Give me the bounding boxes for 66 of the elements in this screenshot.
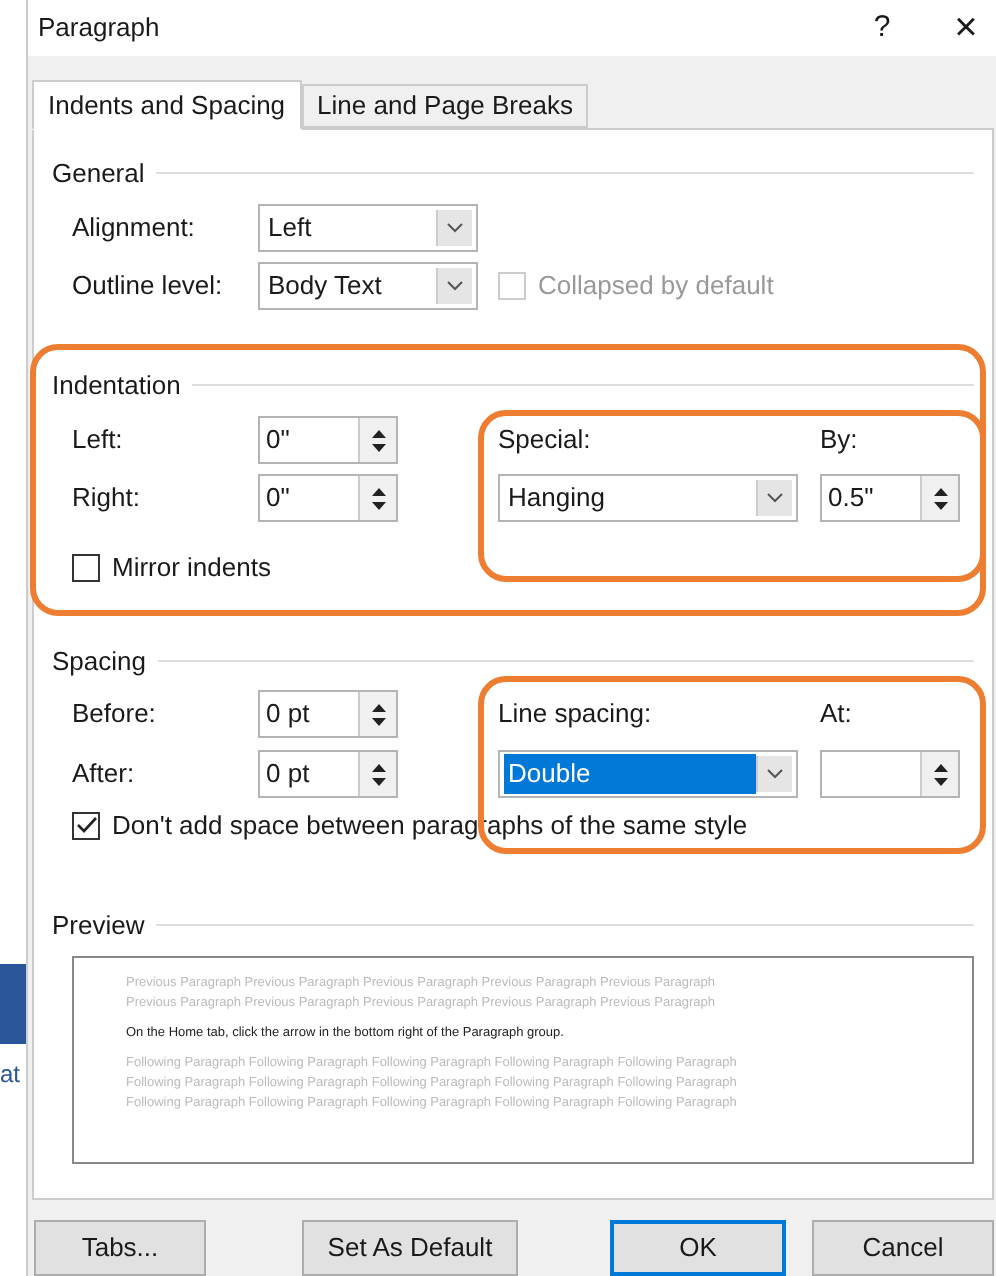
checkbox-label: Mirror indents [112,550,271,586]
number-field[interactable] [820,750,960,798]
field-label: Outline level: [72,267,225,304]
checkbox[interactable] [72,811,100,840]
spinner-buttons[interactable] [358,752,396,796]
spinner-buttons[interactable] [920,752,958,796]
spinner-buttons[interactable] [358,476,396,520]
window-title: Paragraph [38,10,162,47]
up-arrow-icon [371,703,385,711]
field-label: At: [820,696,852,733]
chevron-down-icon [766,768,784,780]
section-title: Preview [52,907,145,943]
down-arrow-icon [371,777,385,785]
number-field[interactable]: 0 pt [258,690,398,738]
selected-value: Hanging [506,480,607,517]
down-arrow-icon [371,501,385,509]
spinner-buttons[interactable] [920,476,958,520]
field-label: By: [820,422,858,459]
chevron-down-icon [446,279,464,291]
dropdown[interactable]: Left [258,203,478,251]
field-label: After: [72,756,137,793]
dropdown[interactable]: Body Text [258,261,478,309]
field-label: Before: [72,696,158,733]
number-field[interactable]: 0.5" [820,474,960,522]
selected-value: Double [504,754,756,794]
down-arrow-icon [371,717,385,725]
field-label: Special: [498,422,591,459]
tab[interactable]: Line and Page Breaks [301,84,589,128]
up-arrow-icon [933,487,947,495]
up-arrow-icon [371,763,385,771]
dialog-button[interactable]: Cancel [812,1220,994,1276]
spinner-buttons[interactable] [358,692,396,736]
field-label: Alignment: [72,209,197,246]
background-text: at [0,1058,23,1092]
section-title: Spacing [52,643,146,680]
selected-value: Body Text [266,267,384,304]
down-arrow-icon [371,443,385,451]
dialog-button[interactable]: Set As Default [302,1220,518,1276]
help-button[interactable]: ? [862,5,902,51]
checkbox-label: Collapsed by default [538,267,774,304]
dropdown[interactable]: Double [498,750,798,798]
dropdown[interactable]: Hanging [498,474,798,522]
number-field[interactable]: 0 pt [258,750,398,798]
dialog-button[interactable]: Tabs... [34,1220,206,1276]
down-arrow-icon [933,501,947,509]
up-arrow-icon [933,763,947,771]
field-label: Left: [72,422,125,459]
selected-value: Left [266,209,314,246]
section-title: Indentation [52,367,181,403]
number-field[interactable]: 0" [258,416,398,464]
field-label: Line spacing: [498,696,652,733]
dialog-button[interactable]: OK [610,1220,786,1276]
check-icon [75,816,97,835]
number-field[interactable]: 0" [258,474,398,522]
down-arrow-icon [933,777,947,785]
section-title: General [52,156,145,192]
tab[interactable]: Indents and Spacing [32,80,302,130]
up-arrow-icon [371,487,385,495]
up-arrow-icon [371,429,385,437]
field-label: Right: [72,480,142,517]
background-window-bar [0,964,26,1044]
chevron-down-icon [446,221,464,233]
close-button[interactable]: × [946,8,986,48]
checkbox[interactable] [72,553,100,582]
chevron-down-icon [766,492,784,504]
spinner-buttons[interactable] [358,418,396,462]
